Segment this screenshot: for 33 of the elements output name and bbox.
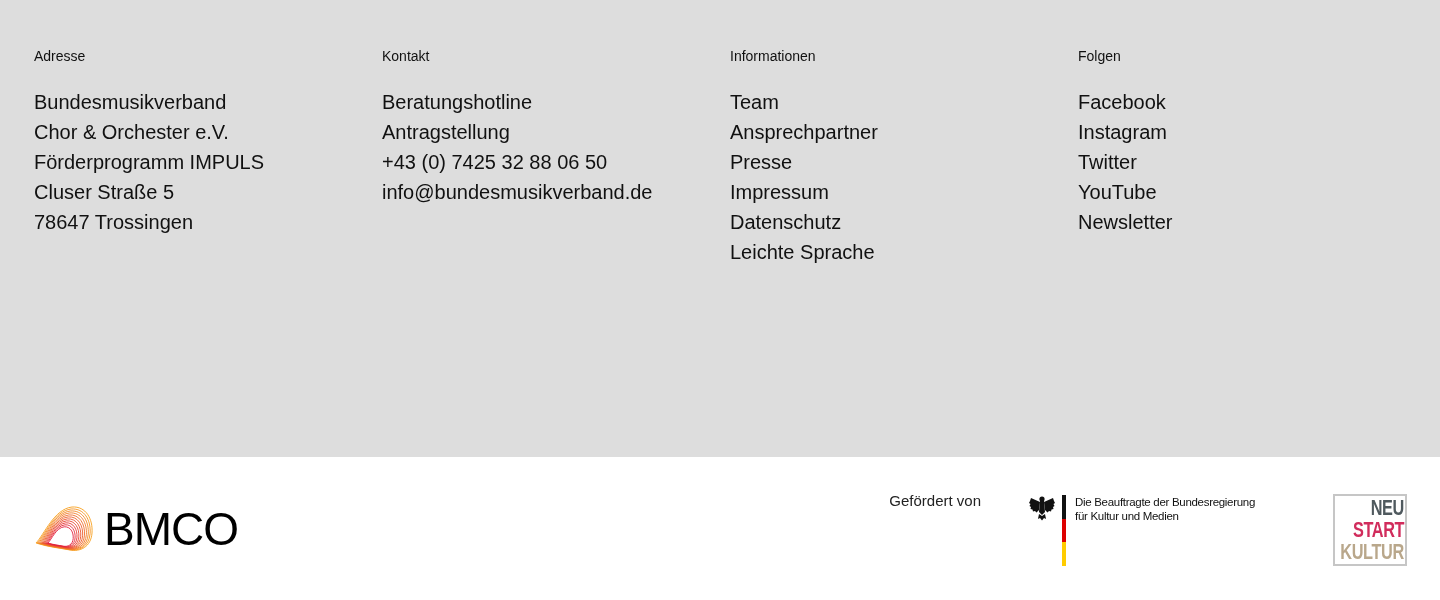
footer-link[interactable]: Facebook [1078, 87, 1166, 117]
eagle-icon [1029, 495, 1055, 521]
footer-link[interactable]: Team [730, 87, 779, 117]
footer-link[interactable]: Impressum [730, 177, 829, 207]
footer-link[interactable]: Presse [730, 147, 793, 177]
column-heading: Kontakt [382, 47, 430, 66]
address-line: 78647 Trossingen [34, 210, 193, 235]
footer-link[interactable]: Antragstellung [382, 117, 510, 147]
flag-bar [1062, 495, 1066, 566]
column-heading: Folgen [1078, 47, 1121, 66]
funding-label: Gefördert von [889, 492, 981, 510]
wave-logo-icon [34, 505, 94, 553]
footer-link[interactable]: +43 (0) 7425 32 88 06 50 [382, 147, 608, 177]
logo-text: BMCO [104, 506, 238, 552]
footer-link[interactable]: Leichte Sprache [730, 237, 875, 267]
address-line: Bundesmusikverband [34, 90, 227, 115]
address-line: Förderprogramm IMPULS [34, 150, 265, 175]
column-heading: Adresse [34, 47, 86, 66]
footer-link[interactable]: YouTube [1078, 177, 1157, 207]
address-line: Cluser Straße 5 [34, 180, 175, 205]
footer-link[interactable]: info@bundesmusikverband.de [382, 177, 653, 207]
footer-link[interactable]: Newsletter [1078, 207, 1173, 237]
logo-word: START [1352, 519, 1404, 541]
footer-link[interactable]: Twitter [1078, 147, 1137, 177]
logo-word: NEU [1370, 497, 1404, 519]
column-heading: Informationen [730, 47, 816, 66]
address-line: Chor & Orchester e.V. [34, 120, 229, 145]
logo-word: KULTUR [1340, 541, 1404, 563]
footer-link[interactable]: Ansprechpartner [730, 117, 878, 147]
agency-name: Die Beauftragte der Bundesregierung für Kultur und Medien [1075, 495, 1256, 523]
footer-link[interactable]: Instagram [1078, 117, 1167, 147]
footer-link[interactable]: Datenschutz [730, 207, 842, 237]
footer-link[interactable]: Beratungshotline [382, 87, 533, 117]
